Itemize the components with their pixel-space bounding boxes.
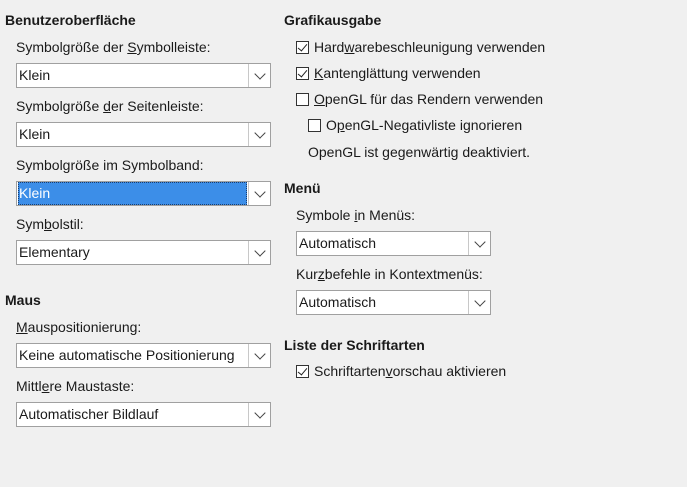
chevron-down-icon[interactable] [248,241,270,264]
sidebar-icon-size-select[interactable]: Klein [16,122,271,147]
mouse-positioning-select[interactable]: Keine automatische Positionierung [16,343,271,368]
hw-accel-label: Hardwarebeschleunigung verwenden [314,39,546,55]
checkbox-icon[interactable] [296,364,309,378]
toolbar-icon-size-value: Klein [19,67,51,83]
middle-button-label: Mittlere Maustaste: [16,378,135,394]
icon-style-value: Elementary [19,244,90,260]
icon-style-label: Symbolstil: [16,216,84,232]
sidebar-icon-size-value: Klein [19,126,51,142]
context-shortcuts-value: Automatisch [299,294,377,310]
checkbox-icon[interactable] [296,40,309,54]
opengl-checkbox[interactable]: OpenGL für das Rendern verwenden [296,90,543,108]
context-shortcuts-select[interactable]: Automatisch [296,290,491,315]
section-title-menu: Menü [284,180,321,196]
section-title-ui: Benutzeroberfläche [5,12,136,28]
chevron-down-icon[interactable] [248,344,270,367]
icon-style-select[interactable]: Elementary [16,240,271,265]
antialias-checkbox[interactable]: Kantenglättung verwenden [296,64,481,82]
chevron-down-icon[interactable] [248,64,270,87]
ribbon-icon-size-label: Symbolgröße im Symbolband: [16,157,204,173]
font-preview-checkbox[interactable]: Schriftartenvorschau aktivieren [296,362,506,380]
ribbon-icon-size-value: Klein [18,182,247,205]
antialias-label: Kantenglättung verwenden [314,65,481,81]
mouse-positioning-value: Keine automatische Positionierung [19,347,235,363]
opengl-status-text: OpenGL ist gegenwärtig deaktiviert. [308,144,531,160]
section-title-mouse: Maus [5,292,41,308]
menu-icons-value: Automatisch [299,235,377,251]
ribbon-icon-size-select[interactable]: Klein [16,181,271,206]
checkbox-icon[interactable] [296,66,309,80]
font-preview-label: Schriftartenvorschau aktivieren [314,363,507,379]
opengl-blacklist-checkbox[interactable]: OpenGL-Negativliste ignorieren [308,116,522,134]
chevron-down-icon[interactable] [248,182,270,205]
chevron-down-icon[interactable] [468,291,490,314]
chevron-down-icon[interactable] [248,123,270,146]
toolbar-icon-size-label: Symbolgröße der Symbolleiste: [16,39,211,55]
section-title-graphics: Grafikausgabe [284,12,382,28]
checkbox-icon[interactable] [308,118,321,132]
toolbar-icon-size-select[interactable]: Klein [16,63,271,88]
menu-icons-select[interactable]: Automatisch [296,231,491,256]
chevron-down-icon[interactable] [248,403,270,426]
chevron-down-icon[interactable] [468,232,490,255]
mouse-positioning-label: Mauspositionierung: [16,319,142,335]
context-shortcuts-label: Kurzbefehle in Kontextmenüs: [296,266,483,282]
opengl-label: OpenGL für das Rendern verwenden [314,91,544,107]
checkbox-icon[interactable] [296,92,309,106]
sidebar-icon-size-label: Symbolgröße der Seitenleiste: [16,98,204,114]
opengl-blacklist-label: OpenGL-Negativliste ignorieren [326,117,523,133]
menu-icons-label: Symbole in Menüs: [296,207,416,223]
section-title-fonts: Liste der Schriftarten [284,337,425,353]
hw-accel-checkbox[interactable]: Hardwarebeschleunigung verwenden [296,38,545,56]
middle-button-select[interactable]: Automatischer Bildlauf [16,402,271,427]
middle-button-value: Automatischer Bildlauf [19,406,159,422]
